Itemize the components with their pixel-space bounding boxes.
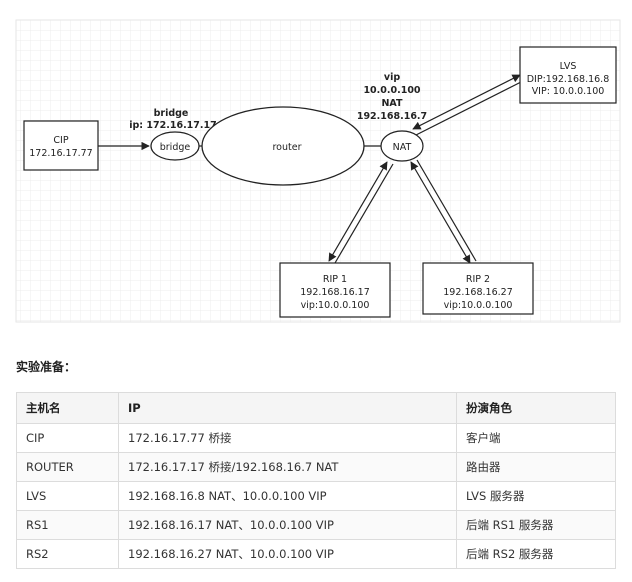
table-row: LVS 192.168.16.8 NAT、10.0.0.100 VIP LVS … [16,481,616,511]
cell-role: 后端 RS1 服务器 [456,510,616,540]
table-row: ROUTER 172.16.17.17 桥接/192.168.16.7 NAT … [16,452,616,482]
bridge-label-title: bridge [154,108,189,119]
lvs-vip: VIP: 10.0.0.100 [532,86,605,97]
cell-hostname: ROUTER [16,452,119,482]
bridge-node: bridge [150,131,200,161]
rip2-box: RIP 2 192.168.16.27 vip:10.0.0.100 [422,262,534,315]
cell-role: 路由器 [456,452,616,482]
rip2-ip: 192.168.16.27 [443,287,513,298]
rip1-ip: 192.168.16.17 [300,287,370,298]
nat-label-line3: NAT [381,98,403,109]
router-node-label: router [272,142,301,153]
nat-node-label: NAT [393,142,412,153]
col-header-hostname: 主机名 [16,392,119,424]
lvs-box: LVS DIP:192.168.16.8 VIP: 10.0.0.100 [519,46,617,104]
rip1-title: RIP 1 [323,274,347,285]
cell-hostname: CIP [16,423,119,453]
nat-label-line1: vip [384,72,400,83]
cip-ip: 172.16.17.77 [29,148,92,159]
cip-title: CIP [53,135,68,146]
cell-role: 客户端 [456,423,616,453]
lvs-dip: DIP:192.168.16.8 [527,74,610,85]
cell-role: LVS 服务器 [456,481,616,511]
cell-ip: 172.16.17.77 桥接 [118,423,457,453]
cell-hostname: RS2 [16,539,119,569]
nat-label-line4: 192.168.16.7 [357,111,427,122]
cell-ip: 172.16.17.17 桥接/192.168.16.7 NAT [118,452,457,482]
cell-hostname: LVS [16,481,119,511]
cell-ip: 192.168.16.8 NAT、10.0.0.100 VIP [118,481,457,511]
nat-node: NAT [380,130,424,162]
cell-ip: 192.168.16.27 NAT、10.0.0.100 VIP [118,539,457,569]
rip2-vip: vip:10.0.0.100 [444,300,513,311]
host-table: 主机名 IP 扮演角色 CIP 172.16.17.77 桥接 客户端 ROUT… [16,392,616,569]
cell-ip: 192.168.16.17 NAT、10.0.0.100 VIP [118,510,457,540]
cell-role: 后端 RS2 服务器 [456,539,616,569]
table-row: CIP 172.16.17.77 桥接 客户端 [16,423,616,453]
table-row: RS2 192.168.16.27 NAT、10.0.0.100 VIP 后端 … [16,539,616,569]
router-node: router [201,106,365,186]
lvs-title: LVS [560,61,577,72]
cip-box: CIP 172.16.17.77 [23,120,99,171]
rip2-title: RIP 2 [466,274,490,285]
bridge-label-ip: ip: 172.16.17.17 [129,120,216,131]
network-diagram: CIP 172.16.17.77 bridge ip: 172.16.17.17… [15,19,621,323]
table-row: RS1 192.168.16.17 NAT、10.0.0.100 VIP 后端 … [16,510,616,540]
bridge-node-label: bridge [160,142,191,153]
rip1-vip: vip:10.0.0.100 [301,300,370,311]
col-header-ip: IP [118,392,457,424]
cell-hostname: RS1 [16,510,119,540]
col-header-role: 扮演角色 [456,392,616,424]
section-title: 实验准备： [16,360,77,374]
table-header-row: 主机名 IP 扮演角色 [16,392,616,424]
nat-label-line2: 10.0.0.100 [363,85,420,96]
rip1-box: RIP 1 192.168.16.17 vip:10.0.0.100 [279,262,391,318]
